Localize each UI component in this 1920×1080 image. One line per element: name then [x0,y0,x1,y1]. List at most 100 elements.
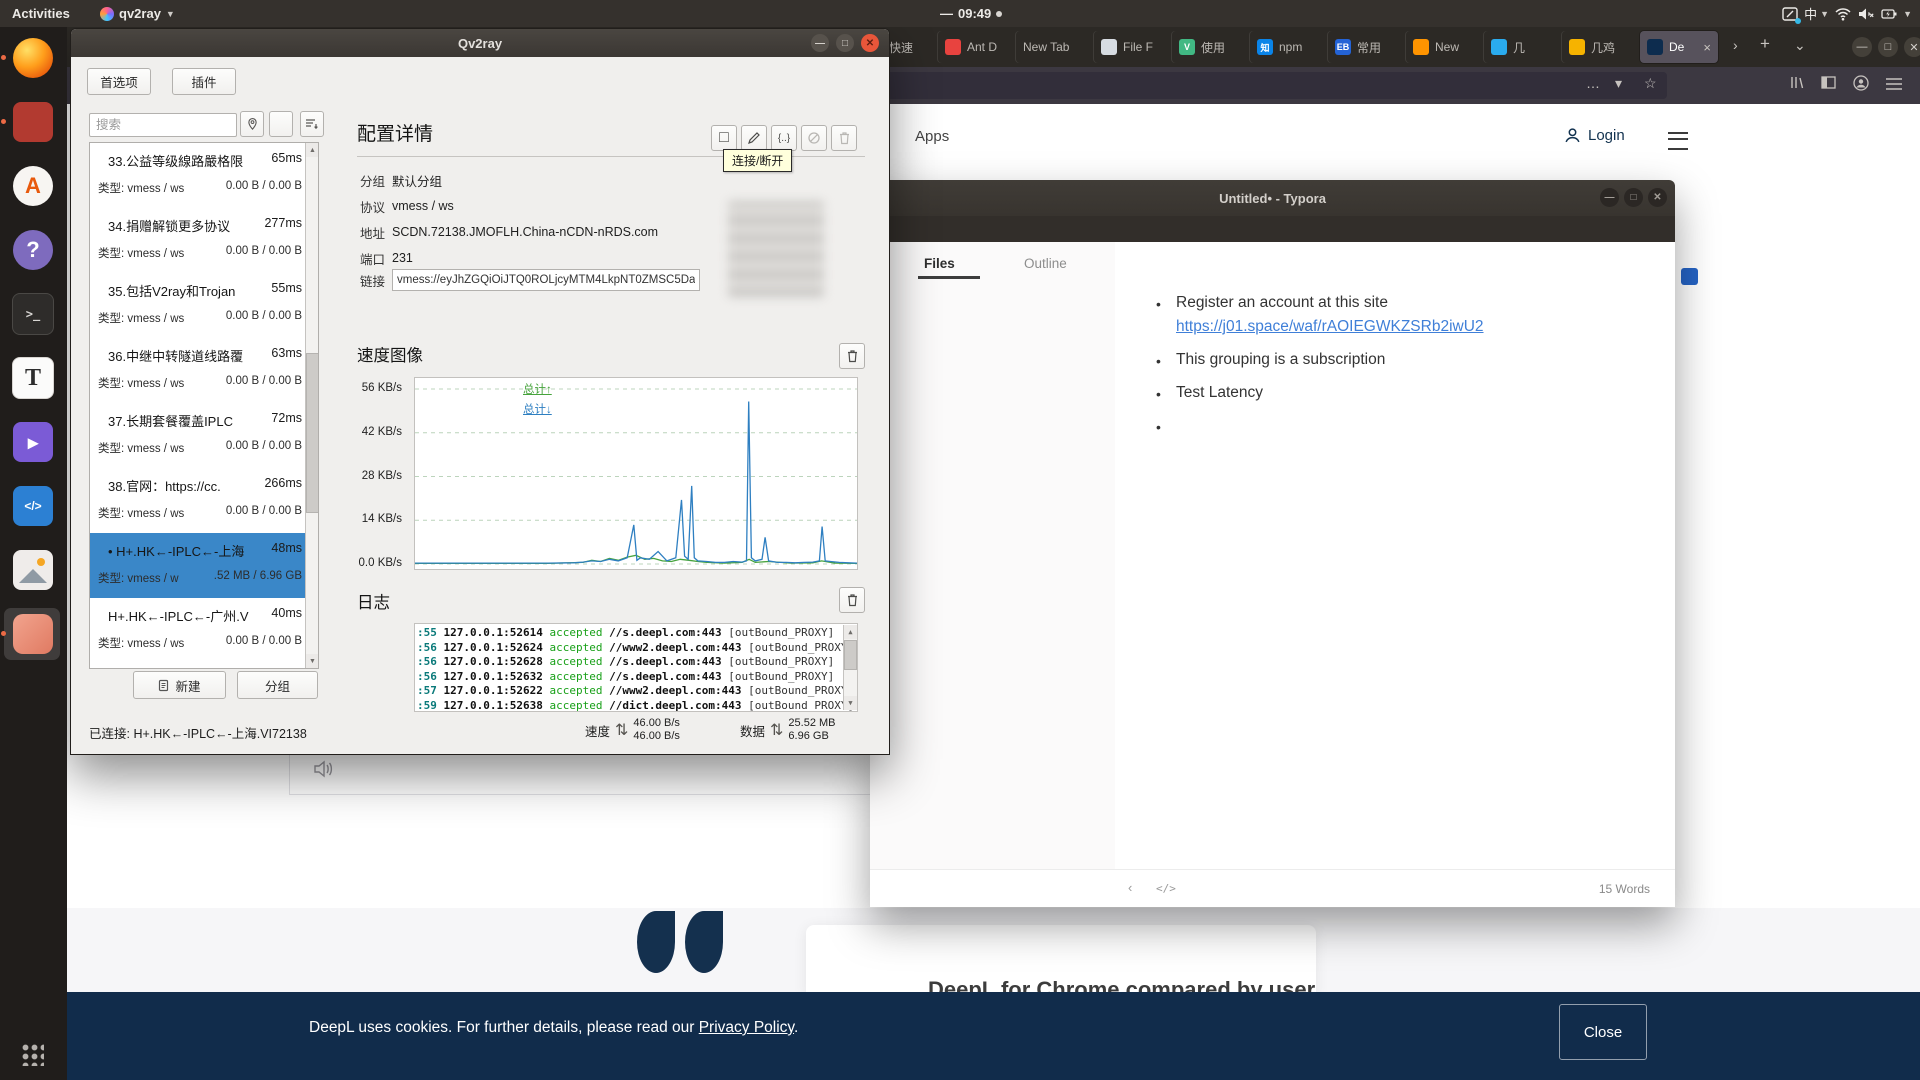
deepl-floating-icon[interactable] [1681,268,1698,285]
library-icon[interactable] [1789,75,1804,90]
sidebar-tab-files[interactable]: Files [924,256,955,271]
server-list-item[interactable]: 33.公益等级線路嚴格限 65ms 类型: vmess / ws 0.00 B … [90,143,306,208]
scroll-down-icon[interactable]: ▼ [844,696,857,710]
legend-entry[interactable]: 总计↑ [523,381,552,397]
server-list-scrollbar[interactable]: ▲ ▼ [305,143,319,668]
clock[interactable]: — 09:49 [940,0,1002,27]
browser-tab[interactable]: 几鸡 × [1562,31,1640,63]
dock-item[interactable]: >_ [9,290,57,338]
server-list-item[interactable]: 34.捐赠解锁更多协议 277ms 类型: vmess / ws 0.00 B … [90,208,306,273]
connect-toggle-button[interactable]: □ [711,125,737,151]
browser-tab[interactable]: V 使用 × [1172,31,1250,63]
privacy-policy-link[interactable]: Privacy Policy [699,1019,794,1036]
bookmark-star-icon[interactable]: ☆ [1644,75,1657,92]
volume-muted-icon[interactable] [1857,5,1875,23]
deepl-menu-icon[interactable] [1668,132,1688,150]
dock-item[interactable] [9,610,57,658]
speaker-icon[interactable] [313,760,333,778]
server-list-item[interactable]: 38.官网：https://cc. 266ms 类型: vmess / ws 0… [90,468,306,533]
server-list-item[interactable]: • H+.HK←-IPLC←-上海 48ms 类型: vmess / w .52… [90,533,306,598]
dock-item[interactable]: T [9,354,57,402]
browser-tab[interactable]: 几 × [1484,31,1562,63]
preferences-button[interactable]: 首选项 [87,68,151,95]
activities-button[interactable]: Activities [12,0,70,27]
sort-button[interactable] [300,111,324,137]
battery-charging-icon[interactable] [1880,5,1898,23]
plugins-button[interactable]: 插件 [172,68,236,95]
hamburger-menu-icon[interactable] [1886,78,1902,90]
share-link-field[interactable] [392,269,700,291]
chart-legend[interactable]: 总计↑ 总计↓ [523,381,552,417]
qv2ray-titlebar[interactable]: Qv2ray — □ ✕ [71,29,889,57]
tab-list-dropdown-icon[interactable]: ⌄ [1794,37,1806,54]
browser-tab[interactable]: EB 常用 × [1328,31,1406,63]
typora-titlebar[interactable]: Untitled• - Typora — □ ✕ [870,180,1675,216]
scroll-up-icon[interactable]: ▲ [306,143,319,157]
sidebar-collapse-icon[interactable]: ‹ [1128,880,1132,895]
dock-item[interactable]: ▸ [9,418,57,466]
cookie-close-button[interactable]: Close [1559,1004,1647,1060]
disconnect-button[interactable] [801,125,827,151]
url-bar[interactable] [767,72,1667,99]
server-list-item[interactable]: 36.中继中转隧道线路覆 63ms 类型: vmess / ws 0.00 B … [90,338,306,403]
window-minimize-button[interactable]: — [1852,37,1872,57]
pocket-icon[interactable]: ▾ [1615,75,1622,92]
system-menu-chevron-icon[interactable]: ▼ [1903,9,1912,19]
tablet-input-icon[interactable] [1781,5,1799,23]
dock-item[interactable]: </> [9,482,57,530]
clear-log-button[interactable] [839,587,865,613]
wifi-icon[interactable] [1834,5,1852,23]
dock-item[interactable] [9,546,57,594]
browser-tab[interactable]: New × [1406,31,1484,63]
browser-tab[interactable]: New Tab × [1016,31,1094,63]
server-list-item[interactable]: H+.HK←-IPLC←-广州.V 40ms 类型: vmess / ws 0.… [90,598,306,663]
new-connection-button[interactable]: 新建 [133,671,226,699]
window-minimize-button[interactable]: — [811,34,829,52]
account-icon[interactable] [1853,75,1869,91]
empty-tool-button[interactable] [269,111,293,137]
group-button[interactable]: 分组 [237,671,318,699]
legend-entry[interactable]: 总计↓ [523,401,552,417]
window-maximize-button[interactable]: □ [1878,37,1898,57]
edit-json-button[interactable]: {..} [771,125,797,151]
server-list[interactable]: 33.公益等级線路嚴格限 65ms 类型: vmess / ws 0.00 B … [89,142,319,669]
server-list-item[interactable]: H+.HK←-IPLC←- [90,663,306,669]
scrollbar-thumb[interactable] [306,353,319,513]
sidebar-tab-outline[interactable]: Outline [1024,256,1067,271]
sidebar-toggle-icon[interactable] [1821,75,1836,90]
scroll-down-icon[interactable]: ▼ [306,654,319,668]
deepl-nav-apps[interactable]: Apps [915,128,949,145]
dock-item[interactable]: A [9,162,57,210]
window-maximize-button[interactable]: □ [1624,188,1643,207]
page-actions-icon[interactable]: … [1586,75,1600,91]
typora-editor[interactable]: • Register an account at this site https… [1115,242,1675,870]
browser-tab[interactable]: 知 npm × [1250,31,1328,63]
window-minimize-button[interactable]: — [1600,188,1619,207]
focused-app-menu[interactable]: qv2ray ▼ [100,0,175,27]
source-code-mode-icon[interactable]: </> [1156,882,1176,895]
window-close-button[interactable]: ✕ [1648,188,1667,207]
tab-scroll-right-icon[interactable]: › [1733,37,1738,53]
scrollbar-thumb[interactable] [844,640,857,670]
log-output[interactable]: :55 127.0.0.1:52614 accepted //s.deepl.c… [414,623,858,712]
latency-test-button[interactable] [240,111,264,137]
browser-tab[interactable]: File F × [1094,31,1172,63]
system-tray[interactable]: 中▼ ▼ [1781,0,1912,27]
dock-item[interactable] [9,98,57,146]
window-close-button[interactable]: ✕ [861,34,879,52]
show-applications-icon[interactable] [22,1044,44,1066]
log-scrollbar[interactable]: ▲ ▼ [843,625,858,710]
delete-config-button[interactable] [831,125,857,151]
tab-close-icon[interactable]: × [1703,40,1711,55]
new-tab-button[interactable]: + [1760,34,1770,54]
edit-config-button[interactable] [741,125,767,151]
window-maximize-button[interactable]: □ [836,34,854,52]
scroll-up-icon[interactable]: ▲ [844,625,857,639]
deepl-login-link[interactable]: Login [1564,127,1625,144]
dock-item[interactable]: ? [9,226,57,274]
browser-tab[interactable]: Ant D × [938,31,1016,63]
server-list-item[interactable]: 35.包括V2ray和Trojan 55ms 类型: vmess / ws 0.… [90,273,306,338]
search-input[interactable] [89,113,237,137]
window-close-button[interactable]: ✕ [1904,37,1920,57]
server-list-item[interactable]: 37.长期套餐覆盖IPLC 72ms 类型: vmess / ws 0.00 B… [90,403,306,468]
